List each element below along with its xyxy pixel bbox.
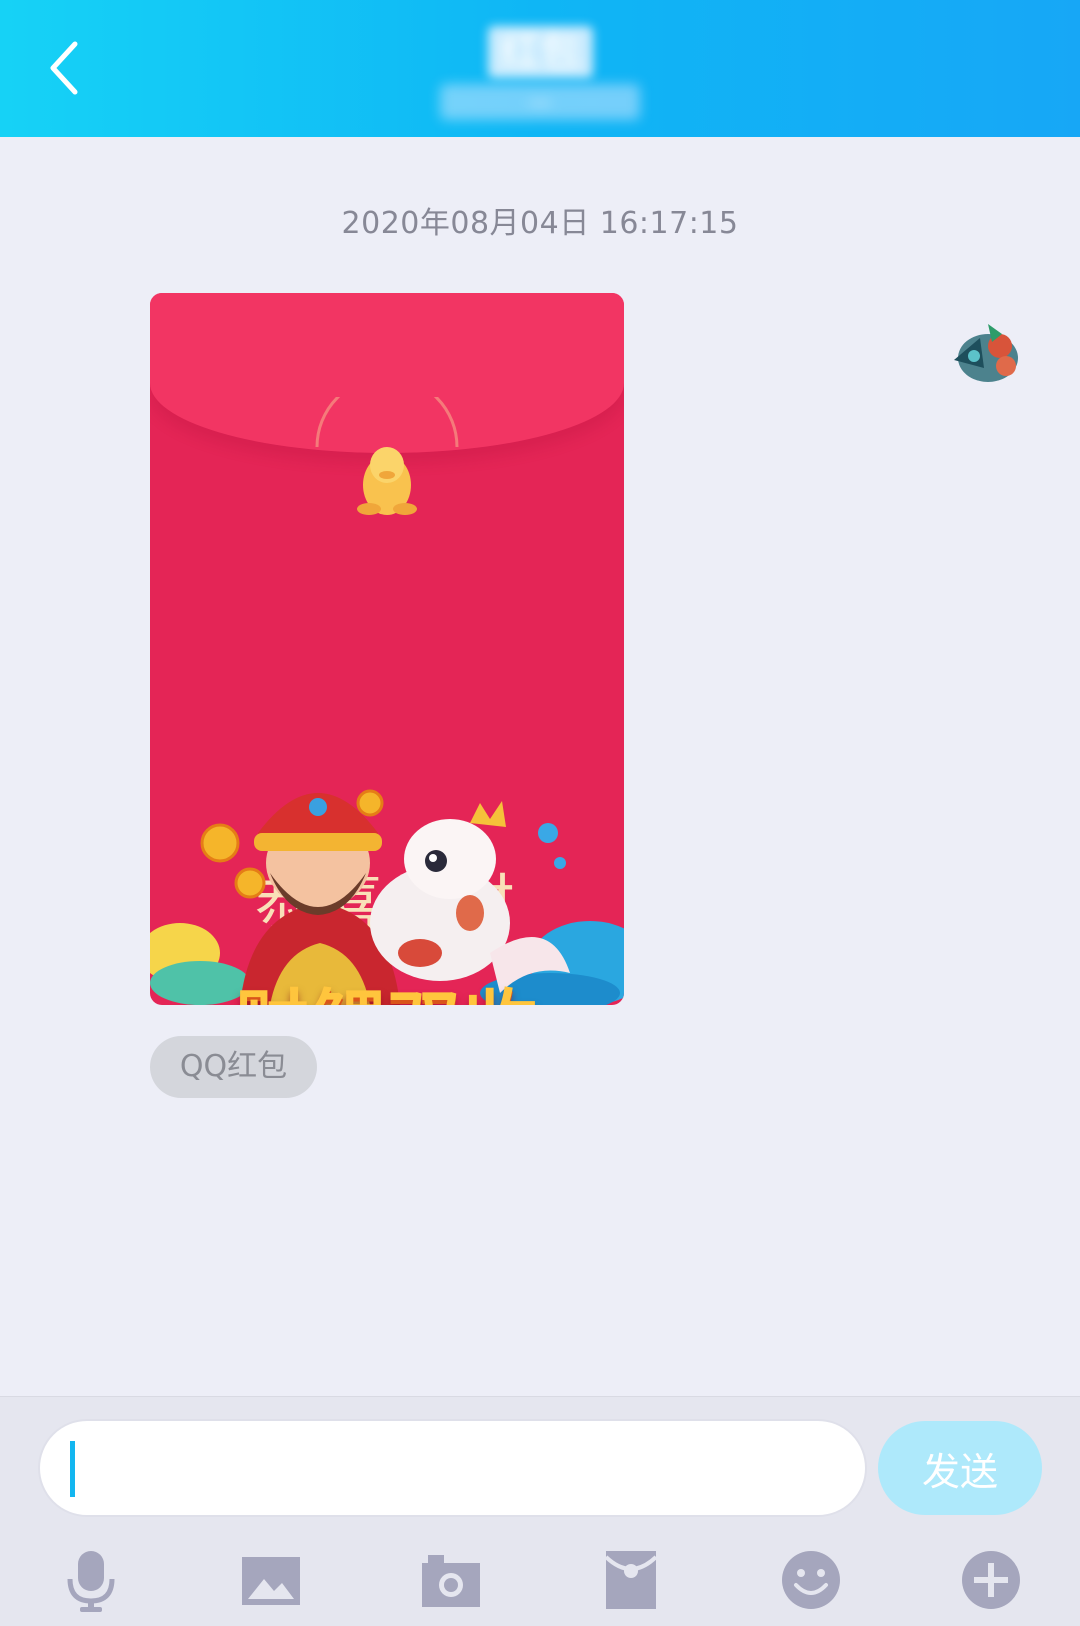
- microphone-icon: [67, 1551, 115, 1612]
- message-input[interactable]: [84, 1431, 844, 1507]
- red-packet-type-label: QQ红包: [150, 1036, 317, 1098]
- message-input-box[interactable]: [38, 1419, 867, 1517]
- toolbar-image[interactable]: [236, 1545, 306, 1615]
- toolbar-emoji[interactable]: [776, 1545, 846, 1615]
- toolbar-red-packet[interactable]: [596, 1545, 666, 1615]
- header-title-block: 红包 —: [420, 26, 660, 122]
- send-button[interactable]: 发送: [878, 1421, 1042, 1515]
- avatar[interactable]: [944, 316, 1028, 392]
- image-icon: [242, 1557, 300, 1605]
- red-packet-blessing: 财鲤双收: [150, 965, 624, 1005]
- red-packet-icon: [604, 1551, 658, 1609]
- page-title: 红包: [487, 26, 593, 78]
- top-header: 红包 —: [0, 0, 1080, 137]
- red-packet-message[interactable]: 恭喜发财 财鲤双收: [150, 293, 624, 1005]
- toolbar-voice[interactable]: [56, 1545, 126, 1615]
- toolbar-camera[interactable]: [416, 1545, 486, 1615]
- camera-icon: [422, 1555, 480, 1607]
- avatar-image: [954, 324, 1018, 382]
- text-caret: [70, 1441, 75, 1497]
- penguin-seal-icon: [315, 397, 459, 515]
- message-timestamp: 2020年08月04日 16:17:15: [341, 206, 739, 241]
- back-button[interactable]: [34, 38, 94, 98]
- emoji-icon: [782, 1551, 840, 1609]
- toolbar-more[interactable]: [956, 1545, 1026, 1615]
- input-bar: 发送: [0, 1396, 1080, 1626]
- chevron-left-icon: [50, 41, 78, 95]
- plus-icon: [962, 1551, 1020, 1609]
- page-subtitle: —: [440, 84, 640, 120]
